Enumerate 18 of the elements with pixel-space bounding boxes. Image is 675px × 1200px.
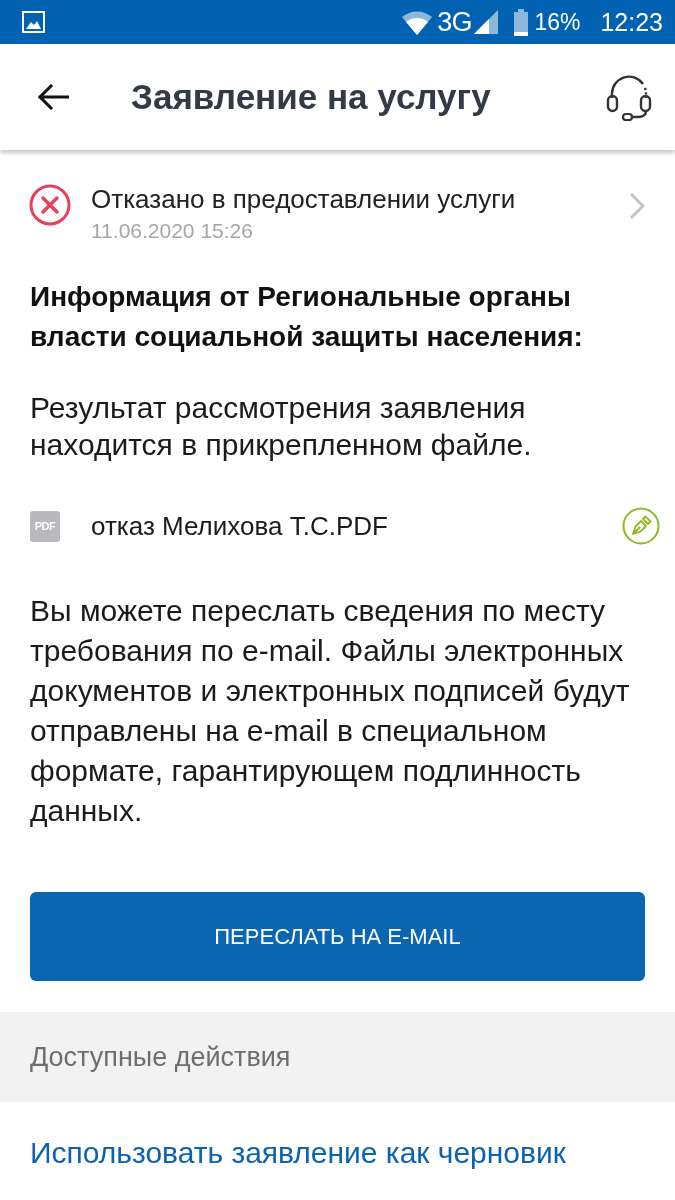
- info-heading: Информация от Региональные органы власти социальной защиты населения:: [30, 280, 584, 354]
- battery-icon: [514, 8, 529, 36]
- signal-icon: [474, 10, 499, 34]
- status-title[interactable]: Отказано в предоставлении услуги: [91, 184, 516, 214]
- screen-title: Заявление на услугу: [131, 77, 491, 117]
- wifi-icon: [401, 9, 434, 35]
- forward-email-button[interactable]: ПЕРЕСЛАТЬ НА E-MAIL: [30, 892, 645, 981]
- battery-level: 16%: [534, 8, 581, 36]
- clock-time: 12:23: [600, 8, 663, 36]
- email-note-paragraph: Вы можете переслать сведения по месту требования по e-mail. Файлы электронных документов и электронных подписей будут отправлены на e-mail в специальном формате, гарантирующем подлинность данных.: [30, 593, 631, 829]
- network-type: 3G: [437, 7, 472, 37]
- file-name-link[interactable]: отказ Мелихова Т.С.PDF: [91, 510, 388, 542]
- section-title: Доступные действия: [30, 1041, 291, 1073]
- action-link[interactable]: Использовать заявление как черновик: [30, 1134, 566, 1172]
- pdf-file-icon: PDF: [30, 510, 60, 542]
- image-icon: [22, 11, 45, 33]
- result-paragraph: Результат рассмотрения заявления находится в прикрепленном файле.: [30, 390, 533, 463]
- status-date: 11.06.2020 15:26: [91, 219, 254, 243]
